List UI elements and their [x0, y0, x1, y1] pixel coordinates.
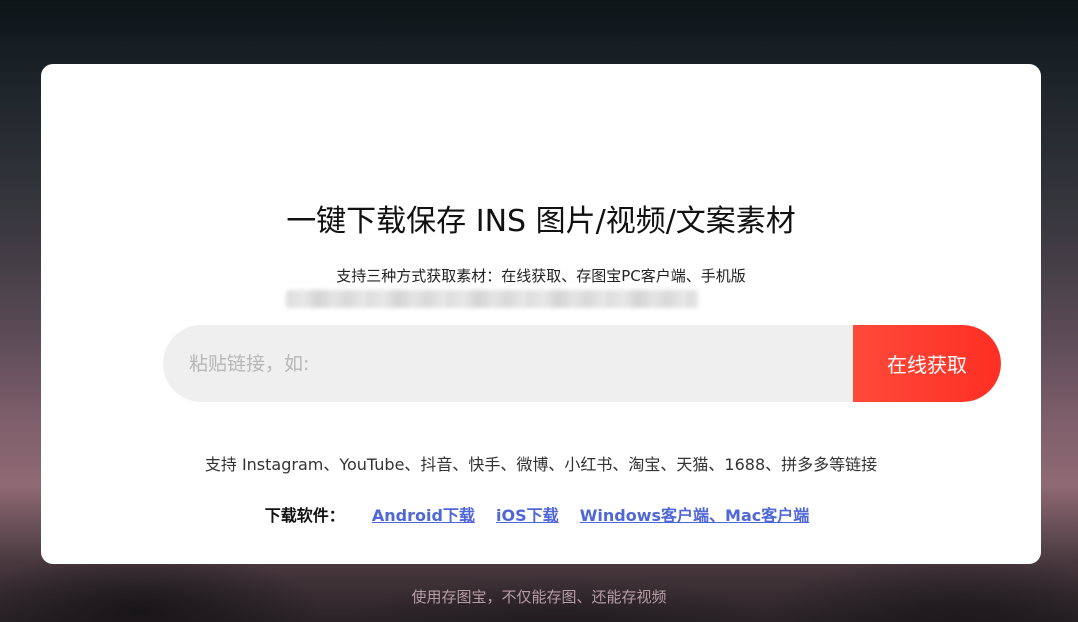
main-card: 一键下载保存 INS 图片/视频/文案素材 支持三种方式获取素材：在线获取、存图…: [41, 64, 1041, 564]
ios-download-link[interactable]: iOS下载: [496, 506, 559, 525]
download-links: 下载软件： Android下载 iOS下载 Windows客户端、Mac客户端: [41, 502, 1041, 526]
footer-tagline: 使用存图宝，不仅能存图、还能存视频: [411, 588, 667, 606]
search-bar: 在线获取: [163, 325, 1001, 402]
fetch-online-button[interactable]: 在线获取: [853, 325, 1001, 402]
page-title: 一键下载保存 INS 图片/视频/文案素材: [286, 204, 796, 239]
download-label: 下载软件：: [264, 506, 345, 525]
blurred-example-url: [286, 290, 698, 308]
page-subtitle: 支持三种方式获取素材：在线获取、存图宝PC客户端、手机版: [336, 267, 746, 285]
android-download-link[interactable]: Android下载: [372, 506, 475, 525]
url-input[interactable]: [163, 325, 853, 402]
desktop-client-link[interactable]: Windows客户端、Mac客户端: [580, 506, 809, 525]
supported-platforms-text: 支持 Instagram、YouTube、抖音、快手、微博、小红书、淘宝、天猫、…: [204, 455, 878, 474]
